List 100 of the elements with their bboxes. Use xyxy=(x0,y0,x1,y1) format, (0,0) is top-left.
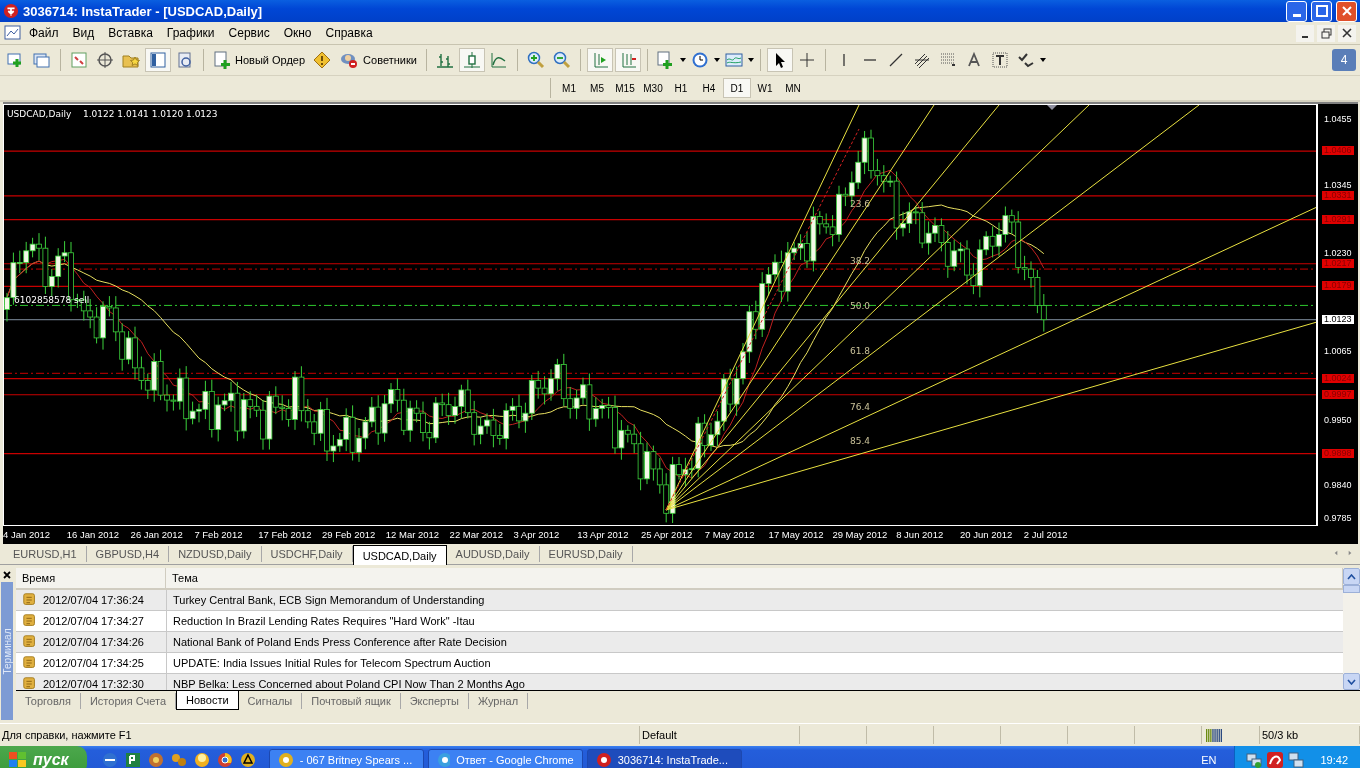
connection-icon xyxy=(1204,726,1224,744)
terminal-tab[interactable]: Почтовый ящик xyxy=(302,693,401,709)
minimize-icon xyxy=(1302,36,1308,38)
terminal-label: Терминал xyxy=(1,627,13,675)
caret-icon[interactable] xyxy=(747,58,754,62)
news-item-icon xyxy=(22,634,38,650)
chart-tab[interactable]: USDCHF,Daily xyxy=(261,546,353,562)
terminal-tab[interactable]: Журнал xyxy=(468,693,529,709)
table-cell: 2012/07/04 17:34:26 xyxy=(43,636,144,648)
scroll-down-button[interactable] xyxy=(1343,673,1360,690)
price-label: 1.0024 xyxy=(1322,373,1354,383)
language-indicator[interactable]: EN xyxy=(1183,754,1235,766)
taskbar-button[interactable]: - 067 Britney Spears ... xyxy=(268,749,424,768)
minimize-button[interactable] xyxy=(1286,0,1307,22)
restore-button[interactable] xyxy=(1317,24,1335,42)
minimize-icon xyxy=(1292,13,1301,17)
maximize-button[interactable] xyxy=(1311,0,1332,22)
taskbar-button[interactable]: 3036714: InstaTrade... xyxy=(586,749,742,768)
scrollbar-thumb[interactable] xyxy=(1343,585,1360,593)
candlestick-icon[interactable] xyxy=(458,48,485,72)
timeframe-button[interactable]: M1 xyxy=(555,78,583,98)
caret-icon[interactable] xyxy=(1039,58,1046,62)
news-item-icon xyxy=(22,655,38,671)
notification-badge[interactable]: 4 xyxy=(1332,49,1356,71)
timeframe-button[interactable]: MN xyxy=(779,78,807,98)
chevron-up-icon xyxy=(1347,573,1356,580)
expert-advisors-button[interactable]: Советники xyxy=(336,48,420,72)
minimize-button[interactable] xyxy=(1296,24,1314,42)
terminal-tab[interactable]: Сигналы xyxy=(238,693,303,709)
scroll-up-button[interactable] xyxy=(1343,568,1360,585)
timeframe-button[interactable]: M30 xyxy=(639,78,667,98)
column-header[interactable]: Время xyxy=(16,568,166,588)
timeframe-button[interactable]: M5 xyxy=(583,78,611,98)
menu-item[interactable]: Справка xyxy=(318,24,380,42)
chevron-down-icon xyxy=(1347,678,1356,685)
new-order-button[interactable]: Новый Ордер xyxy=(210,48,309,72)
caret-icon[interactable] xyxy=(679,58,686,62)
news-item-icon xyxy=(22,592,38,608)
fibonacci-level-label: 61.8 xyxy=(850,346,871,356)
price-label: 1.0331 xyxy=(1322,190,1354,200)
date-label: 20 Jun 2012 xyxy=(960,529,1013,540)
close-button[interactable] xyxy=(1338,24,1356,42)
windows-logo-icon xyxy=(8,751,28,768)
price-label: 1.0455 xyxy=(1323,115,1353,124)
chart-tab[interactable]: EURUSD,H1 xyxy=(4,546,87,562)
price-label: 1.0123 xyxy=(1322,314,1354,324)
app-icon xyxy=(3,3,19,19)
chart-tab[interactable]: AUDUSD,Daily xyxy=(446,546,540,562)
menu-item[interactable]: Сервис xyxy=(221,24,277,42)
table-cell: 2012/07/04 17:32:30 xyxy=(43,678,144,690)
price-label: 1.0065 xyxy=(1323,347,1353,357)
timeframe-button[interactable]: H1 xyxy=(667,78,695,98)
timeframe-button[interactable]: H4 xyxy=(695,78,723,98)
close-icon xyxy=(1340,5,1353,17)
timeframe-button[interactable]: D1 xyxy=(723,78,751,98)
close-icon xyxy=(1342,28,1352,38)
app-icon xyxy=(169,751,188,768)
terminal-tab[interactable]: Эксперты xyxy=(400,693,469,709)
app-icon xyxy=(192,751,211,768)
chart-tab[interactable]: EURUSD,Daily xyxy=(539,546,633,562)
network-icon xyxy=(1287,751,1306,768)
document-plus-icon xyxy=(213,51,231,69)
menu-item[interactable]: Графики xyxy=(159,24,222,42)
fibonacci-level-label: 85.4 xyxy=(850,436,871,446)
table-cell: 2012/07/04 17:34:25 xyxy=(43,657,144,669)
date-label: 29 Feb 2012 xyxy=(322,529,376,540)
date-label: 3 Apr 2012 xyxy=(513,529,560,540)
window-title: 3036714: InstaTrader - [USDCAD,Daily] xyxy=(23,3,264,19)
date-label: 29 May 2012 xyxy=(832,529,888,540)
news-item-icon xyxy=(22,676,38,690)
timeframe-button[interactable]: M15 xyxy=(611,78,639,98)
date-label: 8 Jun 2012 xyxy=(896,529,944,540)
restore-icon xyxy=(1320,27,1332,39)
cursor-icon[interactable] xyxy=(766,48,793,72)
price-label: 0.9840 xyxy=(1323,481,1353,491)
chart-tab[interactable]: GBPUSD,H4 xyxy=(86,546,170,562)
date-label: 17 Feb 2012 xyxy=(258,529,312,540)
taskbar-button[interactable]: Ответ - Google Chrome xyxy=(427,749,583,768)
menu-item[interactable]: Вид xyxy=(65,24,102,42)
price-label: 1.0345 xyxy=(1323,180,1353,190)
chart-tab[interactable]: NZDUSD,Daily xyxy=(169,546,262,562)
date-label: 7 Feb 2012 xyxy=(194,529,243,540)
table-cell: 2012/07/04 17:34:27 xyxy=(43,615,144,627)
ohlc-values: 1.0122 1.0141 1.0120 1.0123 xyxy=(83,109,218,119)
network-icon xyxy=(1245,751,1264,768)
terminal-tab[interactable]: Новости xyxy=(176,691,239,710)
menu-item[interactable]: Вставка xyxy=(101,24,160,42)
date-label: 4 Jan 2012 xyxy=(3,529,50,540)
news-item-icon xyxy=(22,613,38,629)
clock: 19:42 xyxy=(1320,754,1348,766)
menu-item[interactable]: Файл xyxy=(22,24,66,42)
terminal-tab[interactable]: Торговля xyxy=(16,693,81,709)
price-label: 0.9997 xyxy=(1322,389,1354,399)
timeframe-button[interactable]: W1 xyxy=(751,78,779,98)
price-label: 1.0230 xyxy=(1323,249,1353,258)
caret-icon[interactable] xyxy=(713,58,720,62)
menu-item[interactable]: Окно xyxy=(276,24,319,42)
date-label: 12 Mar 2012 xyxy=(385,529,440,540)
profile-name: Default xyxy=(640,726,800,744)
chart-tab[interactable]: USDCAD,Daily xyxy=(352,545,447,565)
